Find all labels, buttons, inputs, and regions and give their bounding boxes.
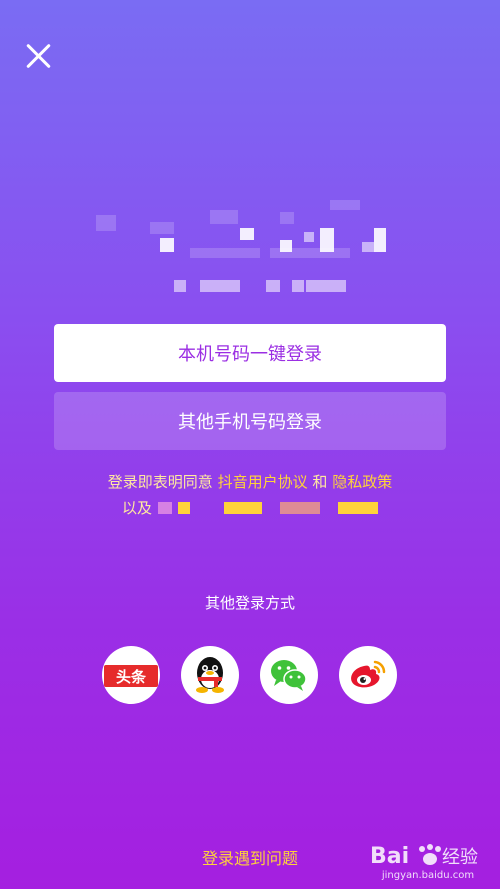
weibo-icon: [351, 660, 386, 688]
agreement-line-2: 以及: [0, 495, 500, 521]
agreement-line-1: 登录即表明同意 抖音用户协议 和 隐私政策: [0, 469, 500, 495]
toutiao-icon-label: 头条: [116, 668, 147, 686]
other-phone-login-button[interactable]: 其他手机号码登录: [54, 392, 446, 450]
other-login-title: 其他登录方式: [204, 594, 295, 612]
redacted-block: [158, 502, 172, 514]
one-click-login-button[interactable]: 本机号码一键登录: [54, 324, 446, 382]
pixelated-mosaic: [96, 200, 386, 292]
agreement-line2-prefix: 以及: [121, 499, 152, 517]
watermark-brand: Bai: [370, 844, 409, 869]
wechat-login-button[interactable]: [260, 646, 318, 704]
agreement-prefix: 登录即表明同意: [107, 473, 213, 491]
watermark-url: jingyan.baidu.com: [381, 870, 474, 881]
redacted-block: [280, 502, 320, 514]
other-phone-login-label: 其他手机号码登录: [178, 412, 322, 433]
social-login-row: 头条: [102, 646, 398, 706]
one-click-login-label: 本机号码一键登录: [178, 344, 322, 365]
redacted-block: [178, 502, 190, 514]
toutiao-login-button[interactable]: 头条: [102, 646, 160, 704]
redacted-block: [338, 502, 378, 514]
baidu-jingyan-watermark: Bai 经验 jingyan.baidu.com: [370, 844, 478, 881]
agreement-conjunction: 和: [312, 473, 328, 491]
wechat-icon: [271, 660, 307, 691]
paw-icon: [419, 844, 441, 865]
qq-icon: [196, 657, 224, 693]
toutiao-icon: 头条: [104, 665, 158, 687]
user-agreement-link[interactable]: 抖音用户协议: [218, 473, 308, 491]
qq-login-button[interactable]: [181, 646, 239, 704]
redacted-block: [224, 502, 262, 514]
close-icon[interactable]: [24, 42, 52, 70]
weibo-login-button[interactable]: [339, 646, 397, 704]
watermark-brand2: 经验: [442, 847, 478, 868]
agreement-text: 登录即表明同意 抖音用户协议 和 隐私政策 以及: [0, 469, 500, 521]
privacy-policy-link[interactable]: 隐私政策: [332, 473, 392, 491]
